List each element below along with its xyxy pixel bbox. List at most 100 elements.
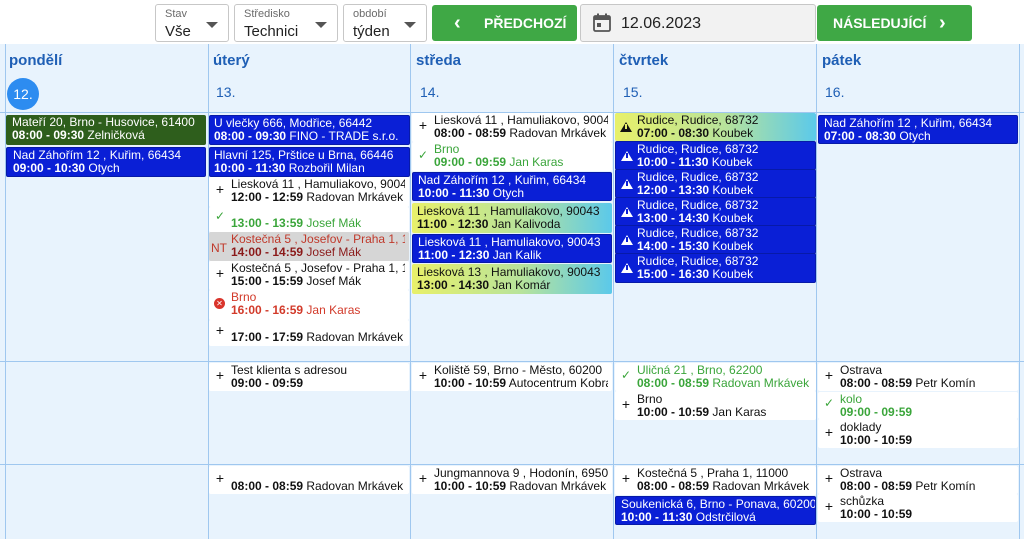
event-address: Soukenická 6, Brno - Ponava, 60200 xyxy=(621,498,815,511)
calendar-event[interactable]: Rudice, Rudice, 68732 07:00 - 08:30 Koub… xyxy=(615,113,816,141)
previous-button[interactable]: ‹ PŘEDCHOZÍ xyxy=(432,5,577,41)
calendar-event[interactable]: Mateří 20, Brno - Husovice, 61400 08:00 … xyxy=(6,115,206,145)
stredisko-label: Středisko xyxy=(244,8,290,20)
calendar-event[interactable]: ✓ Uličná 21 , Brno, 62200 08:00 - 08:59 … xyxy=(615,363,816,391)
event-person: Jan Karas xyxy=(306,304,361,317)
event-person: FINO - TRADE s.r.o. xyxy=(289,130,399,143)
calendar-event[interactable]: Rudice, Rudice, 68732 15:00 - 16:30 Koub… xyxy=(615,253,816,283)
calendar-event[interactable]: Soukenická 6, Brno - Ponava, 60200 10:00… xyxy=(615,496,816,525)
plus-icon: + xyxy=(418,470,428,486)
warning-icon xyxy=(621,207,633,217)
event-address: Rudice, Rudice, 68732 xyxy=(637,114,759,127)
event-person: Jan Kalik xyxy=(492,249,542,262)
event-person: Jan Karas xyxy=(509,156,564,169)
calendar-event[interactable]: ✓ kolo 09:00 - 09:59 xyxy=(818,392,1018,419)
calendar-event[interactable]: + Brno 10:00 - 10:59 Jan Karas xyxy=(615,391,816,420)
calendar-event[interactable]: NT Kostečná 5 , Josefov - Praha 1, 11000… xyxy=(209,232,409,261)
calendar-event[interactable]: + Jungmannova 9 , Hodonín, 69501 10:00 -… xyxy=(412,466,612,494)
event-address: Uličná 21 , Brno, 62200 xyxy=(637,364,763,377)
calendar-event[interactable]: + Kostečná 5 , Praha 1, 11000 08:00 - 08… xyxy=(615,466,816,495)
calendar-event[interactable]: + Liesková 11 , Hamuliakovo, 90043 12:00… xyxy=(209,177,409,207)
day-number-tue[interactable]: 13. xyxy=(216,84,235,100)
stav-select[interactable]: Stav Vše xyxy=(155,4,229,42)
day-number-fri[interactable]: 16. xyxy=(825,84,844,100)
calendar-event[interactable]: Nad Záhořím 12 , Kuřim, 66434 07:00 - 08… xyxy=(818,115,1018,144)
event-time: 08:00 - 08:59 xyxy=(434,127,507,140)
calendar-event[interactable]: Nad Záhořím 12 , Kuřim, 66434 10:00 - 11… xyxy=(412,172,612,201)
calendar-event[interactable]: ✓ 13:00 - 13:59 Josef Mák xyxy=(209,207,409,232)
obdobi-select[interactable]: období týden xyxy=(343,4,427,42)
calendar-event[interactable]: + Liesková 11 , Hamuliakovo, 90043 08:00… xyxy=(412,113,612,142)
event-address: Ostrava xyxy=(840,364,883,377)
date-picker[interactable]: 12.06.2023 xyxy=(580,4,816,42)
calendar-event[interactable]: Liesková 13 , Hamuliakovo, 90043 13:00 -… xyxy=(412,264,612,294)
calendar-event[interactable]: + Kostečná 5 , Josefov - Praha 1, 11000 … xyxy=(209,261,409,290)
plus-icon: + xyxy=(215,470,225,486)
stredisko-value: Technici xyxy=(244,23,299,40)
stav-label: Stav xyxy=(165,8,188,20)
event-address: Hlavní 125, Prštice u Brna, 66446 xyxy=(214,149,394,162)
calendar-event[interactable]: ✓ Brno 09:00 - 09:59 Jan Karas xyxy=(412,142,612,171)
plus-icon: + xyxy=(824,498,834,514)
event-address: Mateří 20, Brno - Husovice, 61400 xyxy=(12,116,195,129)
calendar-event[interactable]: + doklady 10:00 - 10:59 xyxy=(818,419,1018,448)
calendar-event[interactable]: Liesková 11 , Hamuliakovo, 90043 11:00 -… xyxy=(412,234,612,263)
check-icon: ✓ xyxy=(621,368,632,382)
calendar-event[interactable]: + 08:00 - 08:59 Radovan Mrkávek xyxy=(209,466,409,494)
calendar-event[interactable]: U vlečky 666, Modřice, 66442 08:00 - 09:… xyxy=(209,115,410,145)
calendar-event[interactable]: + Ostrava 08:00 - 08:59 Petr Komín xyxy=(818,363,1018,391)
event-person: Koubek xyxy=(712,184,754,197)
event-address: Ostrava xyxy=(840,467,883,480)
day-name-tue: úterý xyxy=(213,52,250,69)
event-person: Koubek xyxy=(712,127,754,140)
calendar-event[interactable]: Rudice, Rudice, 68732 13:00 - 14:30 Koub… xyxy=(615,197,816,226)
event-time: 08:00 - 09:30 xyxy=(214,130,287,143)
warning-icon xyxy=(620,122,632,132)
calendar-event[interactable]: Rudice, Rudice, 68732 12:00 - 13:30 Koub… xyxy=(615,169,816,198)
event-person: Radovan Mrkávek xyxy=(712,480,810,493)
calendar-event[interactable]: + Test klienta s adresou 09:00 - 09:59 xyxy=(209,363,409,391)
event-address: Liesková 11 , Hamuliakovo, 90043 xyxy=(418,236,601,249)
event-time: 08:00 - 08:59 xyxy=(637,480,710,493)
event-address: Brno xyxy=(637,393,663,406)
event-time: 08:00 - 08:59 xyxy=(840,480,913,493)
check-icon: ✓ xyxy=(215,209,226,223)
event-person: Josef Mák xyxy=(306,246,362,259)
day-name-wed: středa xyxy=(416,52,462,69)
event-time: 07:00 - 08:30 xyxy=(637,127,710,140)
event-time: 13:00 - 14:30 xyxy=(417,279,490,292)
event-time: 10:00 - 10:59 xyxy=(840,434,913,447)
event-address: Liesková 11 , Hamuliakovo, 90043 xyxy=(417,205,600,218)
event-address: Brno xyxy=(434,143,460,156)
event-address: Rudice, Rudice, 68732 xyxy=(637,171,759,184)
calendar-event[interactable]: ✕ Brno 16:00 - 16:59 Jan Karas xyxy=(209,290,409,320)
event-address: doklady xyxy=(840,421,882,434)
chevron-right-icon: › xyxy=(939,12,946,34)
event-address: Rudice, Rudice, 68732 xyxy=(637,199,759,212)
calendar-event[interactable]: Nad Záhořím 12 , Kuřim, 66434 09:00 - 10… xyxy=(6,147,206,177)
calendar-event[interactable]: + schůzka 10:00 - 10:59 xyxy=(818,494,1018,522)
chevron-left-icon: ‹ xyxy=(454,12,461,34)
stredisko-select[interactable]: Středisko Technici xyxy=(234,4,338,42)
calendar-event[interactable]: Rudice, Rudice, 68732 14:00 - 15:30 Koub… xyxy=(615,225,816,254)
calendar-event[interactable]: Hlavní 125, Prštice u Brna, 66446 10:00 … xyxy=(209,147,410,177)
calendar-event[interactable]: Rudice, Rudice, 68732 10:00 - 11:30 Koub… xyxy=(615,141,816,170)
event-person: Petr Komín xyxy=(915,480,976,493)
warning-icon xyxy=(621,151,633,161)
day-number-today[interactable]: 12. xyxy=(7,78,39,110)
event-person: Otych xyxy=(899,130,931,143)
day-number-wed[interactable]: 14. xyxy=(420,84,439,100)
event-time: 10:00 - 10:59 xyxy=(840,508,913,521)
event-person: Jan Kalivoda xyxy=(491,218,561,231)
event-time: 17:00 - 17:59 xyxy=(231,331,304,344)
day-number-thu[interactable]: 15. xyxy=(623,84,642,100)
calendar-event[interactable]: + Koliště 59, Brno - Město, 60200 10:00 … xyxy=(412,363,612,391)
calendar-event[interactable]: Liesková 11 , Hamuliakovo, 90043 11:00 -… xyxy=(412,203,612,233)
event-address: Kostečná 5 , Josefov - Praha 1, 11000 xyxy=(231,233,405,246)
event-person: Koubek xyxy=(711,156,753,169)
warning-icon xyxy=(621,263,633,273)
calendar-event[interactable]: + 17:00 - 17:59 Radovan Mrkávek xyxy=(209,320,409,346)
calendar-event[interactable]: + Ostrava 08:00 - 08:59 Petr Komín xyxy=(818,466,1018,494)
next-button[interactable]: NÁSLEDUJÍCÍ › xyxy=(817,5,972,41)
event-person: Otych xyxy=(492,187,525,200)
